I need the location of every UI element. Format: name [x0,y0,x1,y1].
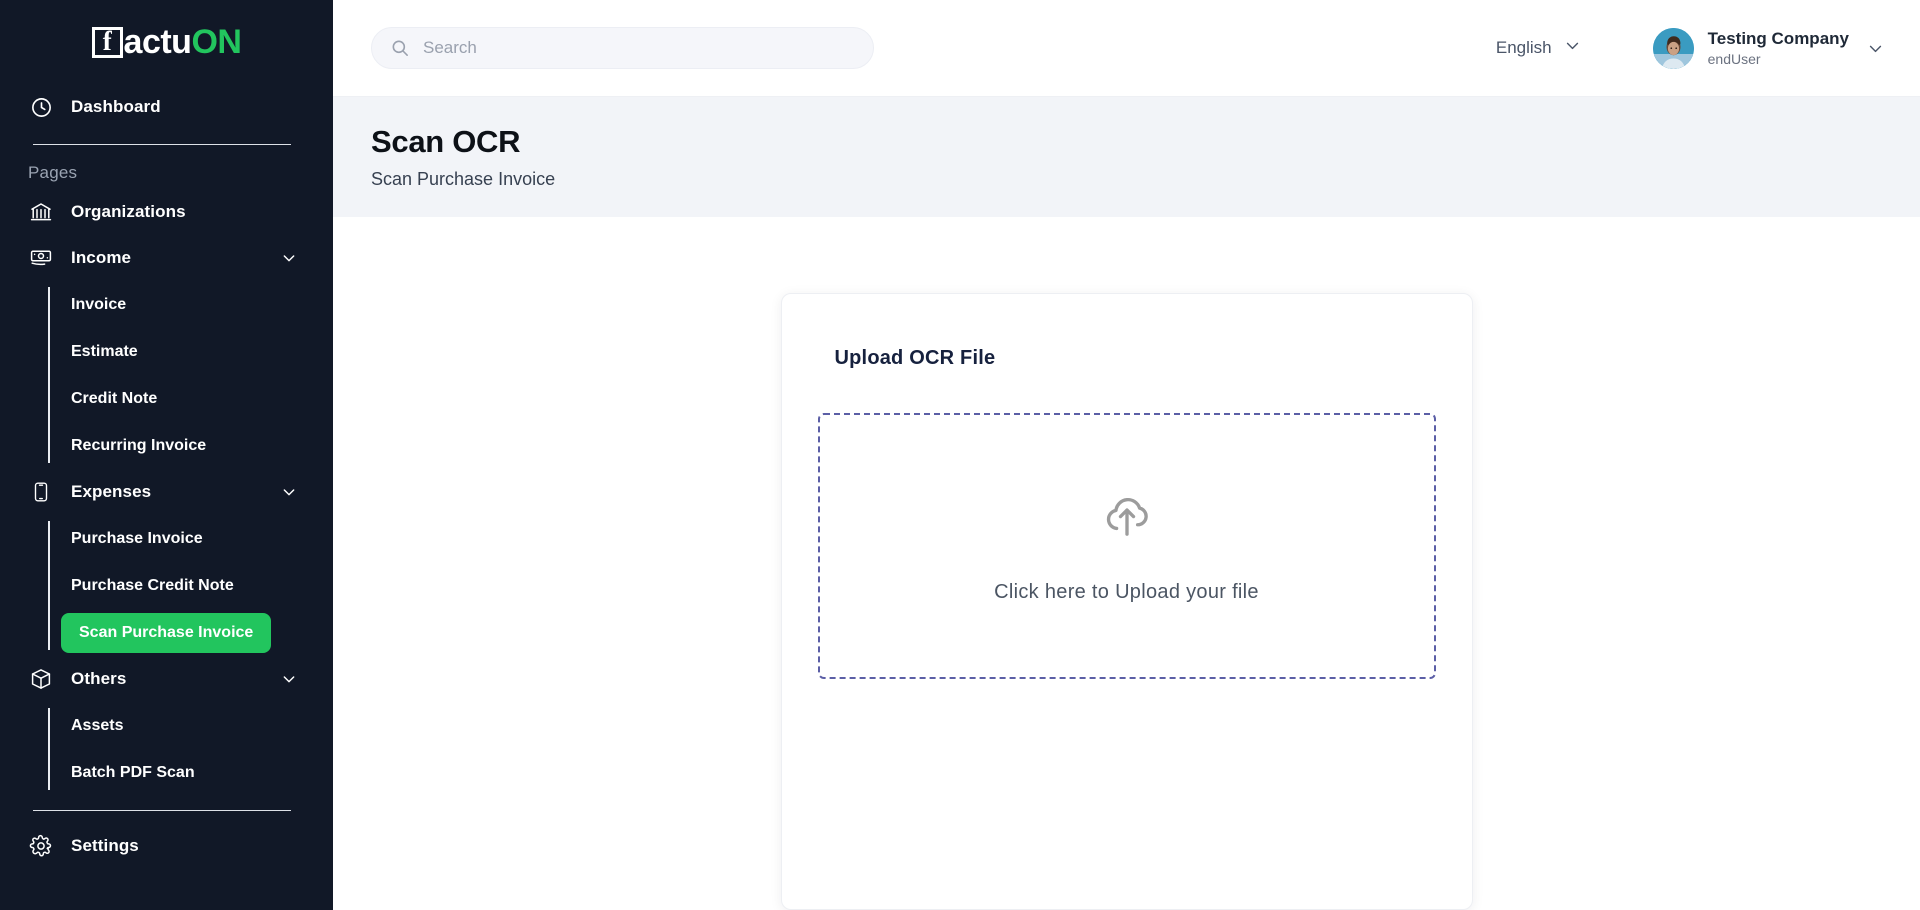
sidebar-item-settings[interactable]: Settings [0,823,333,869]
sidebar-item-label: Invoice [71,295,127,313]
sidebar-item-label: Income [71,248,132,267]
user-role: endUser [1707,50,1761,67]
sidebar-divider-top [33,144,291,145]
user-menu[interactable]: Testing Company endUser [1652,27,1884,69]
sidebar-item-assets[interactable]: Assets [0,702,333,749]
card-title: Upload OCR File [834,347,996,369]
avatar [1652,27,1694,69]
banknote-icon [28,245,54,271]
chevron-down-icon[interactable] [281,484,297,500]
brand-name-part-2: ON [191,23,242,61]
search-input[interactable] [423,38,855,58]
sidebar-item-label: Assets [71,716,124,734]
chevron-down-icon [1867,40,1884,57]
top-bar-right: English Testing Company endUser [1496,27,1884,69]
sidebar-item-batch-pdf-scan[interactable]: Batch PDF Scan [0,749,333,796]
sidebar-item-label: Scan Purchase Invoice [61,612,272,653]
user-info: Testing Company endUser [1708,29,1849,68]
search-icon [390,38,410,58]
sidebar-item-label: Batch PDF Scan [71,763,195,781]
sidebar-item-label: Dashboard [71,97,161,116]
sidebar-item-label: Others [71,669,127,688]
sidebar-item-estimate[interactable]: Estimate [0,328,333,375]
content-area: Upload OCR File Click here to Upload you… [333,217,1920,910]
sidebar-item-expenses[interactable]: Expenses [0,469,333,515]
sidebar-section-pages: Pages [28,163,78,182]
sidebar-item-purchase-credit-note[interactable]: Purchase Credit Note [0,562,333,609]
sidebar-item-credit-note[interactable]: Credit Note [0,375,333,422]
box-icon [28,666,54,692]
user-name: Testing Company [1707,28,1849,48]
sidebar-item-label: Settings [71,836,139,855]
sidebar: actuON Dashboard Pages Organizations [0,0,333,910]
sidebar-item-label: Expenses [71,482,152,501]
main-area: English [333,0,1920,910]
file-dropzone[interactable]: Click here to Upload your file [817,413,1436,679]
sidebar-item-label: Purchase Credit Note [71,576,234,594]
sidebar-item-others[interactable]: Others [0,656,333,702]
sidebar-item-invoice[interactable]: Invoice [0,281,333,328]
page-subtitle: Scan Purchase Invoice [371,169,556,189]
sidebar-item-recurring-invoice[interactable]: Recurring Invoice [0,422,333,469]
sidebar-divider-bottom [33,810,291,811]
chevron-down-icon [1564,37,1581,59]
language-label: English [1495,38,1552,57]
cloud-upload-icon [1101,489,1153,541]
upload-ocr-card: Upload OCR File Click here to Upload you… [780,293,1473,910]
brand-logo[interactable]: actuON [0,0,333,84]
sidebar-item-label: Estimate [71,342,138,360]
mobile-icon [28,479,54,505]
top-bar: English [333,0,1920,97]
search-box[interactable] [371,27,874,69]
sidebar-item-purchase-invoice[interactable]: Purchase Invoice [0,515,333,562]
language-selector[interactable]: English [1496,37,1581,59]
sidebar-item-organizations[interactable]: Organizations [0,189,333,235]
brand-name-part-1: actu [123,23,192,61]
dropzone-text: Click here to Upload your file [994,580,1259,603]
bank-icon [28,199,54,225]
f-square-icon [91,26,123,58]
clock-icon [28,94,54,120]
sidebar-subgroup-expenses: Purchase Invoice Purchase Credit Note Sc… [0,515,333,656]
chevron-down-icon[interactable] [281,250,297,266]
page-header: Scan OCR Scan Purchase Invoice [333,97,1920,217]
sidebar-item-label: Organizations [71,202,186,221]
page-title: Scan OCR [371,124,521,159]
sidebar-item-label: Recurring Invoice [71,436,207,454]
chevron-down-icon[interactable] [281,671,297,687]
sidebar-item-income[interactable]: Income [0,235,333,281]
sidebar-subgroup-income: Invoice Estimate Credit Note Recurring I… [0,281,333,469]
app-root: actuON Dashboard Pages Organizations [0,0,1920,910]
gear-icon [28,833,54,859]
sidebar-item-label: Purchase Invoice [71,529,203,547]
sidebar-subgroup-others: Assets Batch PDF Scan [0,702,333,796]
sidebar-item-dashboard[interactable]: Dashboard [0,84,333,130]
sidebar-item-label: Credit Note [71,389,158,407]
sidebar-item-scan-purchase-invoice[interactable]: Scan Purchase Invoice [0,609,333,656]
